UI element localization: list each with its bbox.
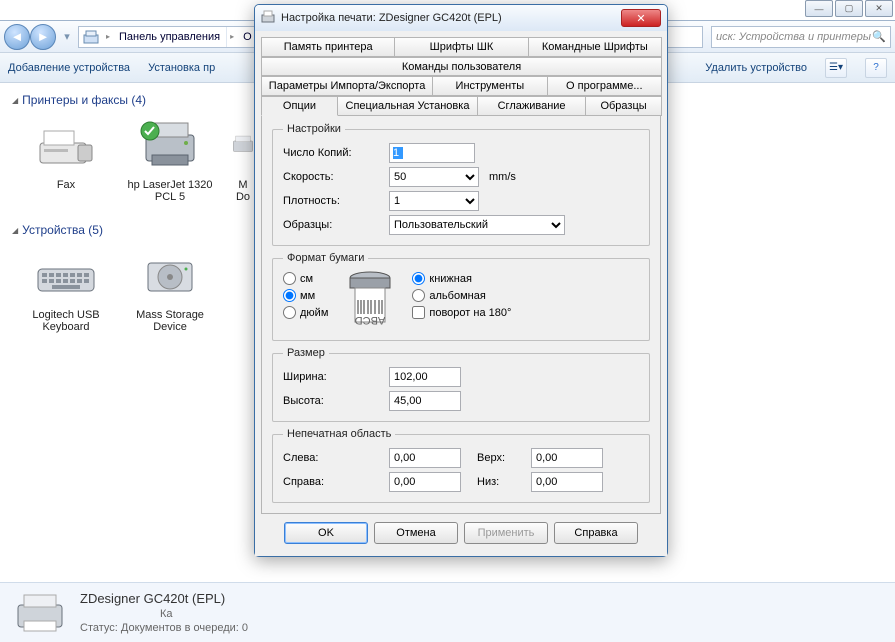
tab-content: Настройки Число Копий: 1 Скорость: 50 mm…	[261, 115, 661, 514]
dialog-buttons: OK Отмена Применить Справка	[261, 514, 661, 554]
top-input[interactable]	[531, 448, 603, 468]
tab-about[interactable]: О программе...	[547, 76, 662, 96]
tab-user-commands[interactable]: Команды пользователя	[261, 57, 662, 76]
search-placeholder: иск: Устройства и принтеры	[716, 31, 871, 43]
tab-command-fonts[interactable]: Командные Шрифты	[528, 37, 662, 57]
ok-button[interactable]: OK	[284, 522, 368, 544]
width-label: Ширина:	[283, 371, 383, 383]
view-options-button[interactable]: ☰▾	[825, 58, 847, 78]
density-label: Плотность:	[283, 195, 383, 207]
device-label: Mass Storage Device	[124, 309, 216, 333]
window-controls: — ▢ ✕	[805, 0, 893, 17]
device-label: Fax	[20, 179, 112, 191]
paper-format-group: Формат бумаги см мм дюйм ABCD книжная ал…	[272, 252, 650, 341]
height-input[interactable]	[389, 391, 461, 411]
rotate-180-checkbox[interactable]: поворот на 180°	[412, 306, 511, 319]
status-text: Статус: Документов в очереди: 0	[80, 622, 248, 634]
forward-button[interactable]: ►	[30, 24, 56, 50]
printer-icon	[12, 591, 68, 635]
add-device-button[interactable]: Добавление устройства	[8, 62, 130, 74]
apply-button[interactable]: Применить	[464, 522, 548, 544]
minimize-button[interactable]: —	[805, 0, 833, 17]
bottom-label: Низ:	[477, 476, 525, 488]
unit-cm-radio[interactable]: см	[283, 272, 328, 285]
height-label: Высота:	[283, 395, 383, 407]
orientation-portrait-radio[interactable]: книжная	[412, 272, 511, 285]
settings-group: Настройки Число Копий: 1 Скорость: 50 mm…	[272, 123, 650, 246]
svg-text:ABCD: ABCD	[355, 314, 386, 326]
copies-input[interactable]: 1	[389, 143, 475, 163]
tab-dithering[interactable]: Сглаживание	[477, 96, 586, 116]
top-label: Верх:	[477, 452, 525, 464]
search-icon[interactable]: 🔍	[872, 30, 886, 43]
right-input[interactable]	[389, 472, 461, 492]
selected-device-title: ZDesigner GC420t (EPL)	[80, 591, 248, 606]
speed-select[interactable]: 50	[389, 167, 479, 187]
delete-device-button[interactable]: Удалить устройство	[705, 62, 807, 74]
label-preview-icon: ABCD	[342, 270, 398, 332]
left-label: Слева:	[283, 452, 383, 464]
keyboard-icon	[30, 245, 102, 305]
device-fax[interactable]: Fax	[20, 115, 112, 203]
search-input[interactable]: иск: Устройства и принтеры 🔍	[711, 26, 891, 48]
orientation-landscape-radio[interactable]: альбомная	[412, 289, 511, 302]
device-mass-storage[interactable]: Mass Storage Device	[124, 245, 216, 333]
maximize-button[interactable]: ▢	[835, 0, 863, 17]
tab-barcode-fonts[interactable]: Шрифты ШК	[394, 37, 528, 57]
tab-stocks[interactable]: Образцы	[585, 96, 662, 116]
tab-options[interactable]: Опции	[261, 96, 338, 116]
drive-icon	[134, 245, 206, 305]
devices-icon	[79, 27, 103, 47]
device-label: hp LaserJet 1320 PCL 5	[124, 179, 216, 203]
cancel-button[interactable]: Отмена	[374, 522, 458, 544]
category-label: Ка	[160, 608, 248, 620]
stocks-select[interactable]: Пользовательский	[389, 215, 565, 235]
tab-advanced-setup[interactable]: Специальная Установка	[337, 96, 478, 116]
details-pane: ZDesigner GC420t (EPL) Ка Статус: Докуме…	[0, 582, 895, 642]
speed-label: Скорость:	[283, 171, 383, 183]
stocks-label: Образцы:	[283, 219, 383, 231]
fax-icon	[30, 115, 102, 175]
speed-unit: mm/s	[489, 171, 516, 183]
chevron-icon[interactable]: ▸	[103, 27, 113, 47]
bottom-input[interactable]	[531, 472, 603, 492]
install-printer-button[interactable]: Установка пр	[148, 62, 215, 74]
chevron-icon[interactable]: ▸	[227, 27, 237, 47]
device-hp-laserjet[interactable]: hp LaserJet 1320 PCL 5	[124, 115, 216, 203]
dialog-titlebar[interactable]: Настройка печати: ZDesigner GC420t (EPL)…	[255, 5, 667, 31]
dialog-title: Настройка печати: ZDesigner GC420t (EPL)	[281, 12, 502, 24]
settings-legend: Настройки	[283, 123, 345, 135]
device-keyboard[interactable]: Logitech USB Keyboard	[20, 245, 112, 333]
printer-icon	[134, 115, 206, 175]
help-button[interactable]: ?	[865, 58, 887, 78]
width-input[interactable]	[389, 367, 461, 387]
print-settings-dialog: Настройка печати: ZDesigner GC420t (EPL)…	[254, 4, 668, 557]
size-legend: Размер	[283, 347, 329, 359]
device-label: Logitech USB Keyboard	[20, 309, 112, 333]
paper-format-legend: Формат бумаги	[283, 252, 368, 264]
tab-tools[interactable]: Инструменты	[432, 76, 547, 96]
size-group: Размер Ширина: Высота:	[272, 347, 650, 422]
density-select[interactable]: 1	[389, 191, 479, 211]
tab-printer-memory[interactable]: Память принтера	[261, 37, 395, 57]
unit-mm-radio[interactable]: мм	[283, 289, 328, 302]
margins-group: Непечатная область Слева: Верх: Справа: …	[272, 428, 650, 503]
right-label: Справа:	[283, 476, 383, 488]
copies-label: Число Копий:	[283, 147, 383, 159]
left-input[interactable]	[389, 448, 461, 468]
dialog-close-button[interactable]: ✕	[621, 9, 661, 27]
close-button[interactable]: ✕	[865, 0, 893, 17]
printer-icon	[230, 115, 256, 175]
margins-legend: Непечатная область	[283, 428, 395, 440]
tab-import-export[interactable]: Параметры Импорта/Экспорта	[261, 76, 433, 96]
printer-icon	[261, 10, 275, 27]
help-button[interactable]: Справка	[554, 522, 638, 544]
unit-inch-radio[interactable]: дюйм	[283, 306, 328, 319]
back-button[interactable]: ◄	[4, 24, 30, 50]
history-dropdown[interactable]: ▾	[60, 28, 74, 46]
crumb-control-panel[interactable]: Панель управления	[113, 27, 227, 47]
